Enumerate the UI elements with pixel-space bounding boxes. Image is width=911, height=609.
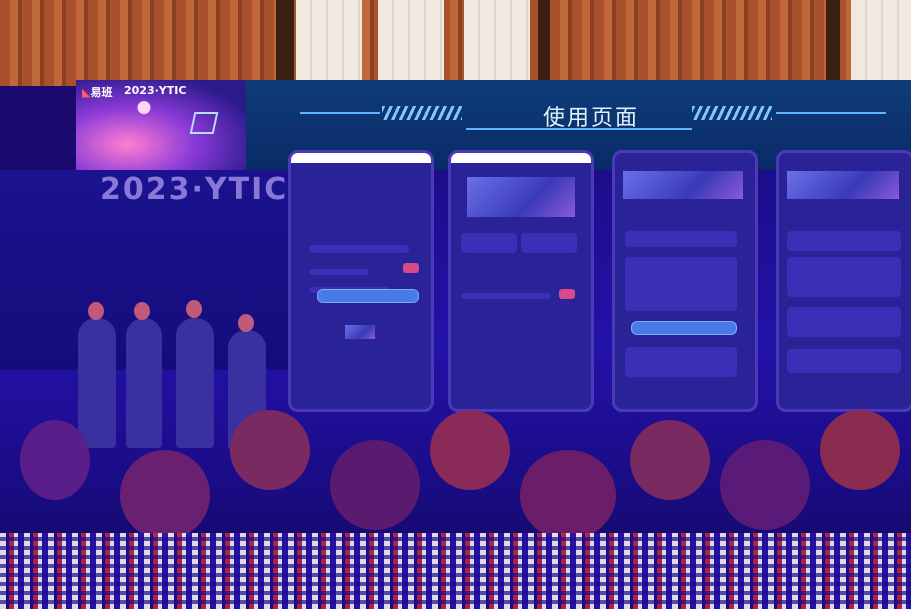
progress-card bbox=[787, 231, 901, 251]
banner-logo: ◣易班 bbox=[82, 86, 113, 99]
presenter bbox=[176, 318, 214, 448]
progress-hero-image bbox=[787, 171, 899, 199]
phone-mockup-progress bbox=[776, 150, 911, 412]
wall-pillar bbox=[538, 0, 550, 82]
phone-mockup-detail bbox=[612, 150, 758, 412]
phone-mockup-login bbox=[288, 150, 434, 412]
home-card bbox=[521, 233, 577, 253]
phone-mockup-home bbox=[448, 150, 594, 412]
audience-head bbox=[430, 410, 510, 490]
verify-code-chip bbox=[403, 263, 419, 273]
wall-panel bbox=[378, 0, 444, 80]
photo-scene: ◣易班 2023·YTIC 使用页面 2023·YTIC bbox=[0, 0, 911, 609]
title-line bbox=[776, 112, 886, 114]
audience-head bbox=[720, 440, 810, 530]
presenter bbox=[126, 318, 162, 448]
wall-panel bbox=[464, 0, 530, 80]
presenter-head bbox=[134, 302, 150, 320]
screen-title: 使用页面 bbox=[542, 106, 639, 131]
audience-head bbox=[120, 450, 210, 540]
phone-status-bar bbox=[291, 153, 431, 163]
audience-head bbox=[230, 410, 310, 490]
banner-event-text: 2023·YTIC bbox=[124, 84, 187, 97]
progress-steps-card bbox=[787, 307, 901, 337]
audience-head bbox=[820, 410, 900, 490]
progress-card bbox=[787, 257, 901, 297]
detail-card bbox=[625, 347, 737, 377]
wooden-wall bbox=[0, 0, 911, 86]
presenter-head bbox=[88, 302, 104, 320]
title-hatch bbox=[692, 106, 772, 120]
audience-head bbox=[630, 420, 710, 500]
wall-pillar bbox=[826, 0, 840, 82]
input-line-placeholder bbox=[309, 269, 369, 275]
title-hatch bbox=[382, 106, 462, 120]
wall-pillar bbox=[276, 0, 294, 82]
pixel-noise-overlay bbox=[0, 533, 911, 609]
isometric-building-icon bbox=[189, 112, 219, 134]
detail-card bbox=[625, 231, 737, 247]
detail-card bbox=[625, 257, 737, 311]
login-heading-placeholder bbox=[309, 245, 409, 253]
title-line bbox=[300, 112, 380, 114]
audience-head bbox=[20, 420, 90, 500]
audience-head bbox=[520, 450, 616, 540]
home-thumbnail bbox=[559, 289, 575, 299]
presenter-head bbox=[238, 314, 254, 332]
home-card bbox=[461, 233, 517, 253]
detail-submit-mock bbox=[631, 321, 737, 335]
login-button-mock bbox=[317, 289, 419, 303]
app-logo-mock bbox=[345, 325, 375, 339]
progress-card bbox=[787, 349, 901, 373]
presenter-head bbox=[186, 300, 202, 318]
backdrop-event-text: 2023·YTIC bbox=[100, 172, 289, 207]
home-hero-image bbox=[467, 177, 575, 217]
wall-panel bbox=[851, 0, 911, 80]
wall-panel bbox=[296, 0, 362, 80]
presenter bbox=[78, 318, 116, 448]
phone-status-bar bbox=[451, 153, 591, 163]
detail-hero-image bbox=[623, 171, 743, 199]
audience-head bbox=[330, 440, 420, 530]
home-list-line bbox=[461, 293, 551, 299]
